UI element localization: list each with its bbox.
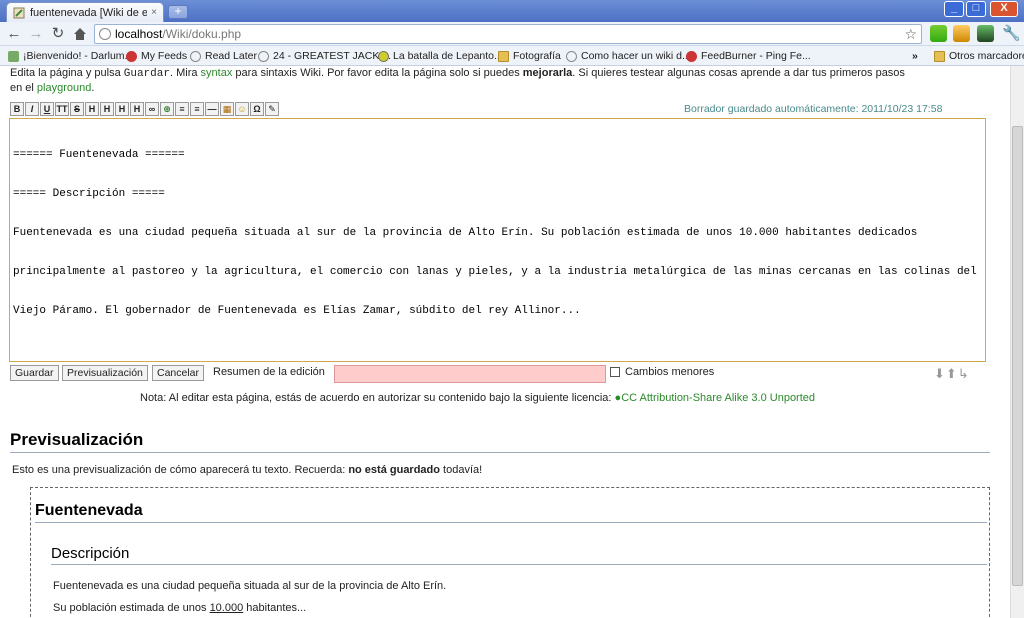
feed-icon: [686, 50, 697, 62]
heading-higher-button[interactable]: H: [115, 102, 129, 116]
forward-arrow-icon: →: [28, 25, 44, 42]
back-arrow-icon: ←: [6, 25, 22, 42]
bookmark-star-icon[interactable]: ☆: [904, 25, 917, 43]
home-icon: [74, 28, 86, 40]
feed-icon: [126, 50, 137, 62]
license-note: Nota: Al editar esta página, estás de ac…: [140, 392, 816, 404]
page-content: Edita la página y pulsa Guardar. Mira sy…: [0, 66, 1010, 618]
monospace-button[interactable]: TT: [55, 102, 69, 116]
preview-paragraph: Su población estimada de unos 10.000 hab…: [53, 602, 307, 614]
bookmark-item[interactable]: 24 - GREATEST JACK ...: [258, 49, 391, 63]
page-icon: [8, 50, 19, 62]
url-path: /Wiki/doku.php: [162, 27, 242, 41]
green-extension-icon[interactable]: [977, 25, 994, 42]
editor-line: principalmente al pastoreo y la agricult…: [13, 266, 977, 278]
bookmark-folder[interactable]: Fotografía: [498, 49, 561, 63]
scrollbar-thumb[interactable]: [1012, 126, 1023, 586]
globe-icon: [99, 28, 111, 40]
resize-arrows-icon[interactable]: ⬇⬆↳: [934, 366, 970, 382]
smiley-button[interactable]: ☺: [235, 102, 249, 116]
external-link-button[interactable]: ⊕: [160, 102, 174, 116]
url-host: localhost: [115, 27, 163, 41]
preview-button[interactable]: Previsualización: [62, 365, 148, 381]
wrench-menu-button[interactable]: 🔧: [1002, 25, 1021, 42]
save-button[interactable]: Guardar: [10, 365, 59, 381]
edit-actions: Guardar Previsualización Cancelar Resume…: [10, 365, 1000, 383]
heading-lower-button[interactable]: H: [100, 102, 114, 116]
signal-extension-icon[interactable]: [930, 25, 947, 42]
basket-extension-icon[interactable]: [953, 25, 970, 42]
site-icon: [378, 50, 389, 62]
preview-paragraph: Fuentenevada es una ciudad pequeña situa…: [53, 580, 447, 592]
home-button[interactable]: [72, 26, 88, 42]
editor-line: ===== Descripción =====: [13, 188, 165, 200]
wiki-text-editor[interactable]: ====== Fuentenevada ====== ===== Descrip…: [9, 118, 986, 362]
underline-button[interactable]: U: [40, 102, 54, 116]
preview-box: Fuentenevada Descripción Fuentenevada es…: [30, 487, 990, 618]
cancel-button[interactable]: Cancelar: [152, 365, 205, 381]
heading-menu-button[interactable]: H: [130, 102, 144, 116]
new-tab-button[interactable]: +: [168, 5, 188, 19]
tab-title: fuentenevada [Wiki de ejempl: [30, 6, 148, 19]
bold-button[interactable]: B: [10, 102, 24, 116]
editor-line: ====== Fuentenevada ======: [13, 149, 185, 161]
edit-summary-input[interactable]: [334, 365, 606, 383]
preview-note: Esto es una previsualización de cómo apa…: [12, 464, 483, 476]
editor-line: Fuentenevada es una ciudad pequeña situa…: [13, 227, 918, 239]
preview-heading: Previsualización: [10, 430, 990, 453]
minimize-button[interactable]: _: [944, 1, 964, 17]
browser-titlebar: fuentenevada [Wiki de ejempl × + _ □ X: [0, 0, 1024, 22]
editor-line: Viejo Páramo. El gobernador de Fuentenev…: [13, 305, 581, 317]
bookmark-item[interactable]: My Feeds: [126, 49, 187, 63]
strikethrough-button[interactable]: S: [70, 102, 84, 116]
bookmark-item[interactable]: FeedBurner - Ping Fe...: [686, 49, 811, 63]
internal-link-button[interactable]: ∞: [145, 102, 159, 116]
browser-tab[interactable]: fuentenevada [Wiki de ejempl ×: [6, 2, 164, 22]
globe-icon: [258, 50, 269, 62]
bookmarks-overflow-button[interactable]: »: [912, 49, 918, 63]
special-chars-button[interactable]: Ω: [250, 102, 264, 116]
signature-button[interactable]: ✎: [265, 102, 279, 116]
italic-button[interactable]: I: [25, 102, 39, 116]
dokuwiki-favicon-icon: [13, 7, 25, 18]
page-scrollbar[interactable]: [1010, 66, 1024, 618]
globe-icon: [190, 50, 201, 62]
ordered-list-button[interactable]: ≡: [175, 102, 189, 116]
syntax-link[interactable]: syntax: [201, 67, 233, 79]
edit-intro-text: Edita la página y pulsa Guardar. Mira sy…: [10, 67, 905, 94]
bookmark-item[interactable]: La batalla de Lepanto...: [378, 49, 503, 63]
heading-same-button[interactable]: H: [85, 102, 99, 116]
editor-toolbar: B I U TT S H H H H ∞ ⊕ ≡ ≡ — ▦ ☺ Ω ✎: [10, 102, 280, 118]
address-bar[interactable]: localhost/Wiki/doku.php ☆: [94, 24, 922, 44]
other-bookmarks-folder[interactable]: Otros marcadores: [934, 49, 1024, 63]
globe-icon: [566, 50, 577, 62]
maximize-button[interactable]: □: [966, 1, 986, 17]
summary-label: Resumen de la edición: [213, 366, 325, 378]
folder-icon: [934, 50, 945, 62]
back-button[interactable]: ←: [6, 26, 22, 42]
minor-changes-checkbox[interactable]: [610, 367, 620, 377]
forward-button[interactable]: →: [28, 26, 44, 42]
folder-icon: [498, 50, 509, 62]
preview-section-title: Descripción: [51, 545, 987, 565]
horizontal-rule-button[interactable]: —: [205, 102, 219, 116]
bookmark-item[interactable]: Read Later: [190, 49, 257, 63]
preview-page-title: Fuentenevada: [35, 502, 987, 523]
close-window-button[interactable]: X: [990, 1, 1018, 17]
tab-close-icon[interactable]: ×: [151, 7, 157, 18]
reload-icon: ↻: [51, 25, 65, 42]
browser-toolbar: ← → ↻ localhost/Wiki/doku.php ☆ 🔧: [0, 22, 1024, 46]
draft-saved-status: Borrador guardado automáticamente: 2011/…: [684, 103, 943, 115]
bookmark-item[interactable]: Como hacer un wiki d...: [566, 49, 691, 63]
bookmark-item[interactable]: ¡Bienvenido! - Darlum...: [8, 49, 133, 63]
license-link[interactable]: CC Attribution-Share Alike 3.0 Unported: [621, 392, 815, 404]
media-button[interactable]: ▦: [220, 102, 234, 116]
reload-button[interactable]: ↻: [50, 26, 66, 42]
minor-changes-label: Cambios menores: [625, 366, 715, 378]
bookmarks-bar: ¡Bienvenido! - Darlum... My Feeds Read L…: [0, 46, 1024, 66]
unordered-list-button[interactable]: ≡: [190, 102, 204, 116]
wrench-icon: 🔧: [1002, 25, 1021, 42]
playground-link[interactable]: playground: [37, 82, 91, 94]
